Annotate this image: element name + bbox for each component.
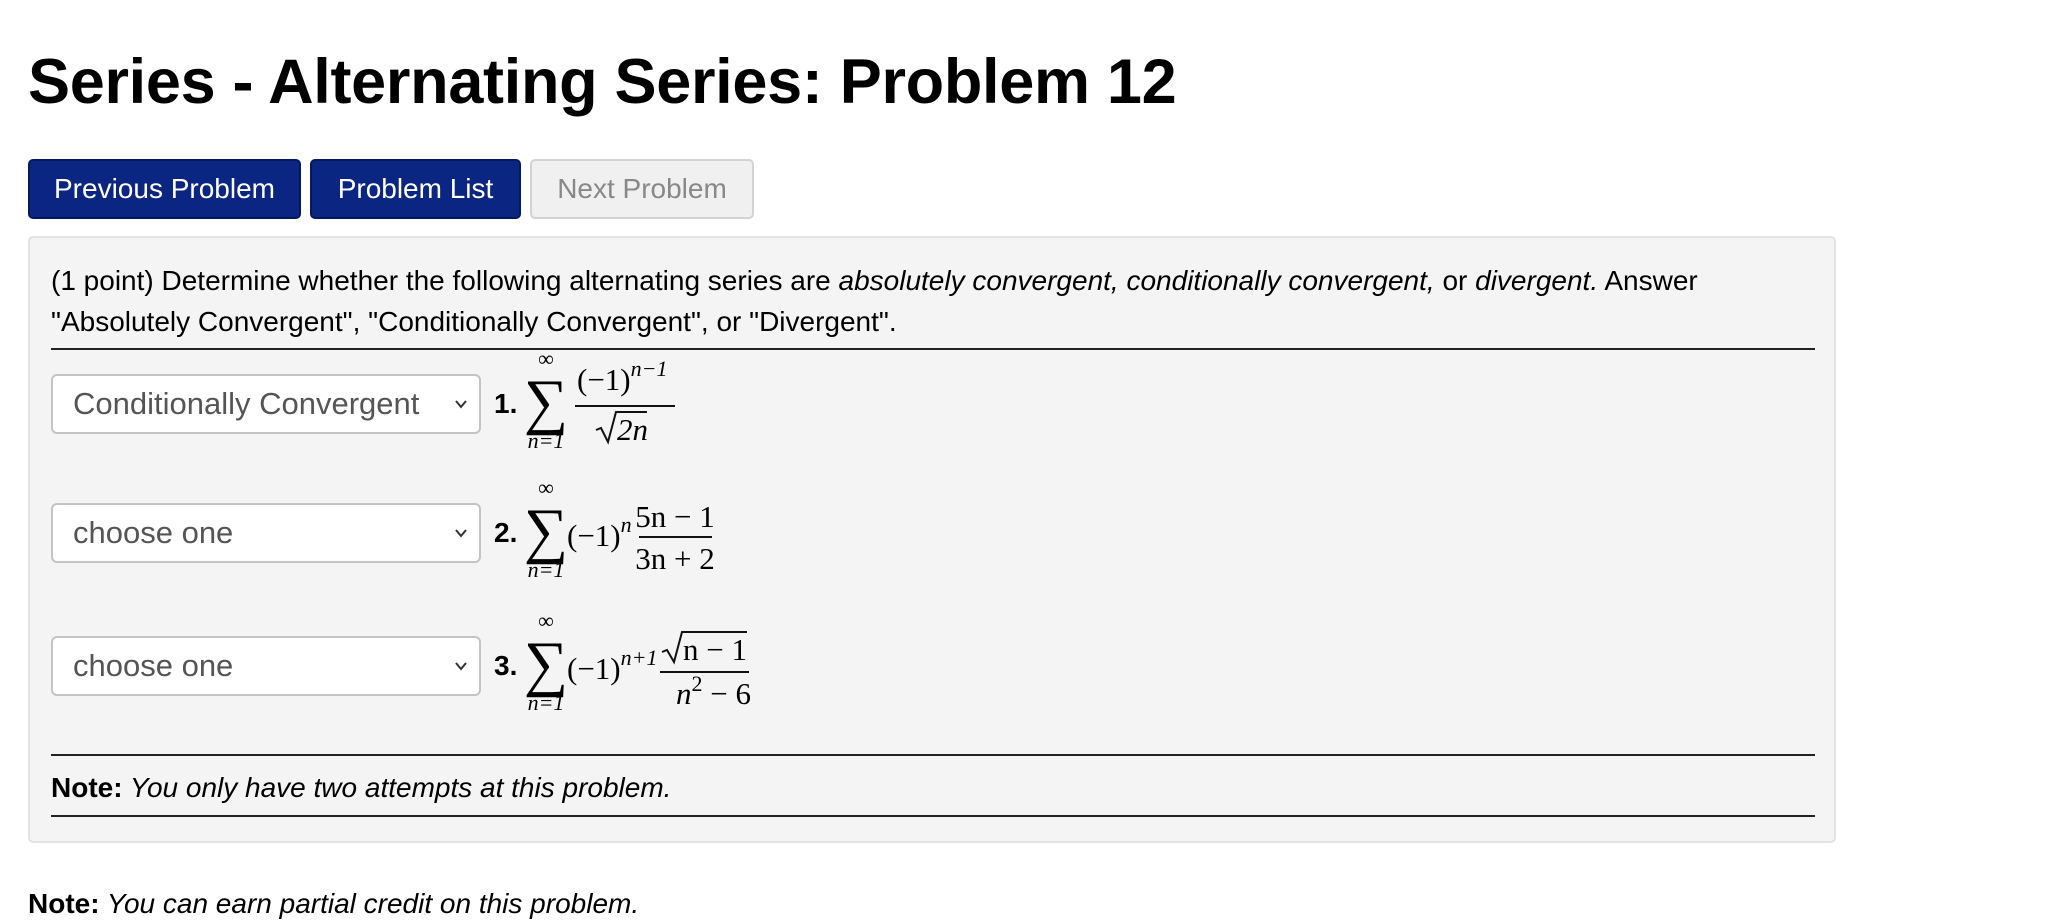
next-problem-button[interactable]: Next Problem bbox=[530, 159, 754, 219]
chevron-down-icon bbox=[455, 662, 467, 671]
footer-note-label: Note: bbox=[28, 888, 100, 919]
divider bbox=[51, 348, 1815, 350]
summation-sign: ∑ bbox=[525, 368, 568, 436]
answer-select-3[interactable]: choose one bbox=[51, 636, 481, 696]
chevron-down-icon bbox=[455, 400, 467, 409]
attempts-note: Note: You only have two attempts at this… bbox=[51, 768, 671, 808]
answer-select-2[interactable]: choose one bbox=[51, 503, 481, 563]
sum-lower-limit: n=1 bbox=[528, 690, 565, 715]
answer-select-1-value: Conditionally Convergent bbox=[73, 386, 420, 421]
factor-exponent: n+1 bbox=[621, 645, 658, 670]
series-number-2: 2. bbox=[494, 517, 518, 548]
denominator-exponent: 2 bbox=[692, 671, 703, 696]
problem-panel: (1 point) Determine whether the followin… bbox=[28, 236, 1836, 843]
page: Series - Alternating Series: Problem 12 … bbox=[0, 0, 2048, 919]
denominator-base: n bbox=[676, 676, 692, 711]
factor-base: (−1) bbox=[567, 518, 621, 553]
denominator-rest: − 6 bbox=[703, 676, 751, 711]
problem-statement: (1 point) Determine whether the followin… bbox=[51, 260, 1811, 342]
sum-lower-limit: n=1 bbox=[528, 428, 565, 453]
problem-statement-emphasis-1: absolutely convergent, conditionally con… bbox=[838, 265, 1435, 296]
series-formula-2: ∞ ∑ n=1 (−1)n 5n − 1 3n + 2 bbox=[525, 475, 715, 582]
alternating-factor: (−1)n+1 bbox=[567, 645, 658, 686]
chevron-down-icon bbox=[455, 529, 467, 538]
summation-sign: ∑ bbox=[525, 497, 568, 565]
note-text: You only have two attempts at this probl… bbox=[122, 772, 672, 803]
fraction-numerator: n − 1 bbox=[683, 632, 747, 667]
note-label: Note: bbox=[51, 772, 123, 803]
fraction-denominator: 2n bbox=[617, 412, 648, 447]
fraction-denominator: n2 − 6 bbox=[676, 671, 751, 711]
answer-select-3-value: choose one bbox=[73, 648, 234, 683]
series-row-2: choose one 2. ∞ ∑ n=1 (−1)n 5n − 1 3n + … bbox=[51, 475, 1051, 582]
fraction-denominator: 3n + 2 bbox=[635, 541, 714, 576]
problem-list-button[interactable]: Problem List bbox=[310, 159, 521, 219]
factor-exponent: n bbox=[621, 512, 632, 537]
divider bbox=[51, 754, 1815, 756]
series-number-3: 3. bbox=[494, 650, 518, 681]
answer-select-2-value: choose one bbox=[73, 515, 234, 550]
partial-credit-note: Note: You can earn partial credit on thi… bbox=[28, 884, 639, 924]
problem-statement-mid: or bbox=[1434, 265, 1476, 296]
numerator-base: (−1) bbox=[577, 362, 631, 397]
summation-sign: ∑ bbox=[525, 630, 568, 698]
problem-statement-emphasis-2: divergent. bbox=[1475, 265, 1599, 296]
sum-lower-limit: n=1 bbox=[528, 557, 565, 582]
series-formula-3: ∞ ∑ n=1 (−1)n+1 n − 1 n2 − 6 bbox=[525, 608, 751, 715]
fraction-numerator: (−1)n−1 bbox=[577, 356, 668, 397]
numerator-exponent: n−1 bbox=[631, 356, 668, 381]
previous-problem-button[interactable]: Previous Problem bbox=[28, 159, 301, 219]
factor-base: (−1) bbox=[567, 651, 621, 686]
alternating-factor: (−1)n bbox=[567, 512, 632, 553]
problem-statement-prefix: (1 point) Determine whether the followin… bbox=[51, 265, 839, 296]
divider bbox=[51, 815, 1815, 817]
series-row-1: Conditionally Convergent 1. ∞ ∑ n=1 (−1)… bbox=[51, 346, 1051, 453]
footer-note-text: You can earn partial credit on this prob… bbox=[99, 888, 640, 919]
series-formula-1: ∞ ∑ n=1 (−1)n−1 2n bbox=[525, 346, 675, 453]
fraction-numerator: 5n − 1 bbox=[635, 499, 714, 534]
series-number-1: 1. bbox=[494, 388, 518, 419]
answer-select-1[interactable]: Conditionally Convergent bbox=[51, 374, 481, 434]
series-row-3: choose one 3. ∞ ∑ n=1 (−1)n+1 n − 1 n2 −… bbox=[51, 608, 1051, 715]
page-title: Series - Alternating Series: Problem 12 bbox=[28, 47, 1177, 117]
